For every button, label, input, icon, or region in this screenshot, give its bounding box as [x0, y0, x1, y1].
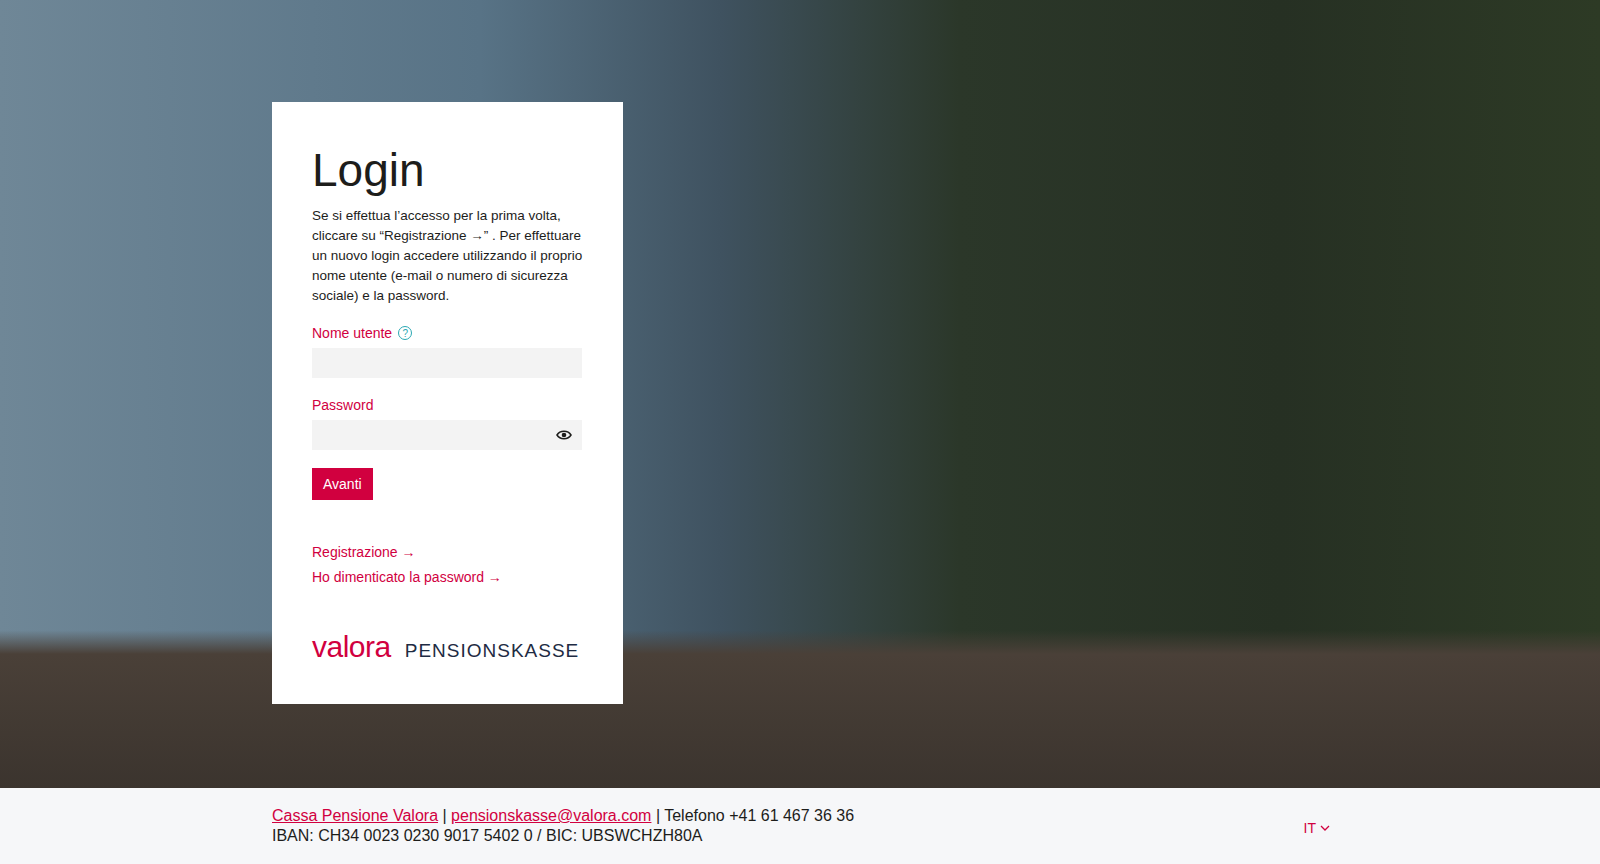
- separator: |: [442, 807, 446, 824]
- footer: Cassa Pensione Valora | pensionskasse@va…: [0, 788, 1600, 864]
- email-link[interactable]: pensionskasse@valora.com: [451, 807, 651, 824]
- login-title: Login: [312, 142, 583, 198]
- eye-icon: [556, 429, 572, 441]
- username-field: [312, 348, 582, 378]
- bank-details: IBAN: CH34 0023 0230 9017 5402 0 / BIC: …: [272, 826, 854, 846]
- login-link[interactable]: Ho dimenticato la password →: [312, 565, 583, 590]
- username-input[interactable]: [312, 348, 582, 378]
- background-photo: Login Se si effettua l’accesso per la pri…: [0, 0, 1600, 788]
- login-links: Registrazione →Ho dimenticato la passwor…: [312, 540, 583, 590]
- logo-brand: valora: [312, 630, 391, 664]
- help-icon[interactable]: ?: [398, 326, 412, 340]
- submit-button[interactable]: Avanti: [312, 468, 373, 500]
- password-field: [312, 420, 582, 450]
- show-password-button[interactable]: [546, 420, 582, 450]
- valora-logo: valora PENSIONSKASSE: [312, 630, 583, 664]
- org-link[interactable]: Cassa Pensione Valora: [272, 807, 438, 824]
- password-label: Password: [312, 396, 583, 414]
- username-label-text: Nome utente: [312, 325, 392, 341]
- chevron-down-icon: [1320, 825, 1330, 831]
- password-label-text: Password: [312, 397, 373, 413]
- language-label: IT: [1304, 820, 1316, 836]
- login-link[interactable]: Registrazione →: [312, 540, 583, 565]
- language-selector[interactable]: IT: [1304, 820, 1330, 836]
- username-label: Nome utente?: [312, 324, 583, 342]
- footer-contact: Cassa Pensione Valora | pensionskasse@va…: [272, 806, 854, 826]
- logo-product: PENSIONSKASSE: [405, 640, 580, 662]
- login-card: Login Se si effettua l’accesso per la pri…: [272, 102, 623, 704]
- login-intro: Se si effettua l’accesso per la prima vo…: [312, 206, 583, 306]
- password-input[interactable]: [312, 420, 546, 450]
- footer-info: Cassa Pensione Valora | pensionskasse@va…: [272, 806, 854, 846]
- phone: | Telefono +41 61 467 36 36: [656, 807, 854, 824]
